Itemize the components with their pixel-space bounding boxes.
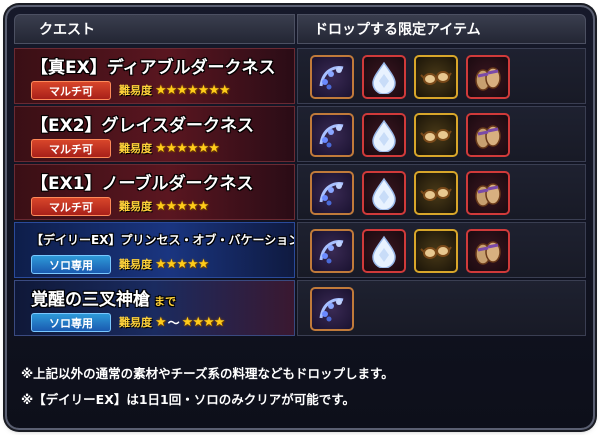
quest-title: 【EX2】グレイスダークネス (31, 116, 255, 136)
difficulty: 難易度 ★★★★★★ (119, 139, 220, 157)
sandals-icon[interactable] (466, 229, 510, 273)
quest-cell[interactable]: 【デイリーEX】プリンセス・オブ・バケーション ソロ専用 難易度 ★★★★★ (14, 222, 295, 278)
sandals-icon[interactable] (466, 171, 510, 215)
sandals-icon[interactable] (466, 55, 510, 99)
difficulty-label: 難易度 (119, 84, 152, 97)
difficulty-stars: ★★★★★★★ (155, 82, 231, 98)
quest-title-suffix: まで (154, 295, 176, 308)
water-drop-gem-icon[interactable] (362, 113, 406, 157)
difficulty: 難易度 ★★★★★ (119, 197, 209, 215)
quest-row[interactable]: 【EX2】グレイスダークネス マルチ可 難易度 ★★★★★★ (14, 106, 586, 162)
quest-title: 【真EX】ディアブルダークネス (31, 58, 276, 78)
water-drop-gem-icon[interactable] (362, 229, 406, 273)
chain-of-pendants-icon[interactable] (310, 113, 354, 157)
solo-badge: ソロ専用 (31, 255, 111, 274)
multi-badge: マルチ可 (31, 139, 111, 158)
difficulty-label: 難易度 (119, 200, 152, 213)
sunglasses-icon[interactable] (414, 113, 458, 157)
multi-badge: マルチ可 (31, 81, 111, 100)
drop-items (297, 222, 586, 278)
drops-column-header: ドロップする限定アイテム (297, 14, 586, 44)
quest-title: 【デイリーEX】プリンセス・オブ・バケーション (31, 233, 295, 247)
drop-items (297, 164, 586, 220)
drop-items (297, 106, 586, 162)
quest-cell[interactable]: 【EX1】ノーブルダークネス マルチ可 難易度 ★★★★★ (14, 164, 295, 220)
difficulty-stars: ★★★★★ (155, 256, 209, 272)
quest-title: 【EX1】ノーブルダークネス (31, 174, 254, 194)
solo-badge: ソロ専用 (31, 313, 111, 332)
chain-of-pendants-icon[interactable] (310, 55, 354, 99)
quest-row[interactable]: 覚醒の三叉神槍 まで ソロ専用 難易度 ★ 〜 ★★★★ (14, 280, 586, 336)
difficulty: 難易度 ★★★★★ (119, 255, 209, 273)
difficulty-stars: ★★★★★★ (155, 140, 220, 156)
difficulty-range-separator: 〜 (167, 315, 180, 330)
water-drop-gem-icon[interactable] (362, 171, 406, 215)
drop-items (297, 280, 586, 336)
chain-of-pendants-icon[interactable] (310, 171, 354, 215)
drop-items (297, 48, 586, 104)
quest-row[interactable]: 【EX1】ノーブルダークネス マルチ可 難易度 ★★★★★ (14, 164, 586, 220)
difficulty-label: 難易度 (119, 316, 152, 329)
difficulty-stars: ★★★★★ (155, 198, 209, 214)
quest-drop-panel: クエスト ドロップする限定アイテム 【真EX】ディアブルダークネス マルチ可 難… (7, 7, 593, 428)
quest-title: 覚醒の三叉神槍 まで (31, 285, 176, 310)
difficulty: 難易度 ★★★★★★★ (119, 81, 231, 99)
difficulty-label: 難易度 (119, 258, 152, 271)
difficulty-label: 難易度 (119, 142, 152, 155)
quest-column-header: クエスト (14, 14, 295, 44)
sunglasses-icon[interactable] (414, 55, 458, 99)
footnote: ※上記以外の通常の素材やチーズ系の料理などもドロップします。 (21, 366, 394, 381)
water-drop-gem-icon[interactable] (362, 55, 406, 99)
sandals-icon[interactable] (466, 113, 510, 157)
difficulty: 難易度 ★ 〜 ★★★★ (119, 313, 226, 331)
difficulty-stars-max: ★★★★ (181, 314, 226, 330)
quest-cell[interactable]: 【真EX】ディアブルダークネス マルチ可 難易度 ★★★★★★★ (14, 48, 295, 104)
sunglasses-icon[interactable] (414, 171, 458, 215)
quest-title-text: 覚醒の三叉神槍 (31, 290, 150, 310)
quest-row[interactable]: 【真EX】ディアブルダークネス マルチ可 難易度 ★★★★★★★ (14, 48, 586, 104)
chain-of-pendants-icon[interactable] (310, 287, 354, 331)
sunglasses-icon[interactable] (414, 229, 458, 273)
footnote: ※【デイリーEX】は1日1回・ソロのみクリアが可能です。 (21, 392, 355, 407)
multi-badge: マルチ可 (31, 197, 111, 216)
quest-cell[interactable]: 覚醒の三叉神槍 まで ソロ専用 難易度 ★ 〜 ★★★★ (14, 280, 295, 336)
quest-cell[interactable]: 【EX2】グレイスダークネス マルチ可 難易度 ★★★★★★ (14, 106, 295, 162)
difficulty-stars-min: ★ (155, 314, 167, 330)
chain-of-pendants-icon[interactable] (310, 229, 354, 273)
quest-row[interactable]: 【デイリーEX】プリンセス・オブ・バケーション ソロ専用 難易度 ★★★★★ (14, 222, 586, 278)
